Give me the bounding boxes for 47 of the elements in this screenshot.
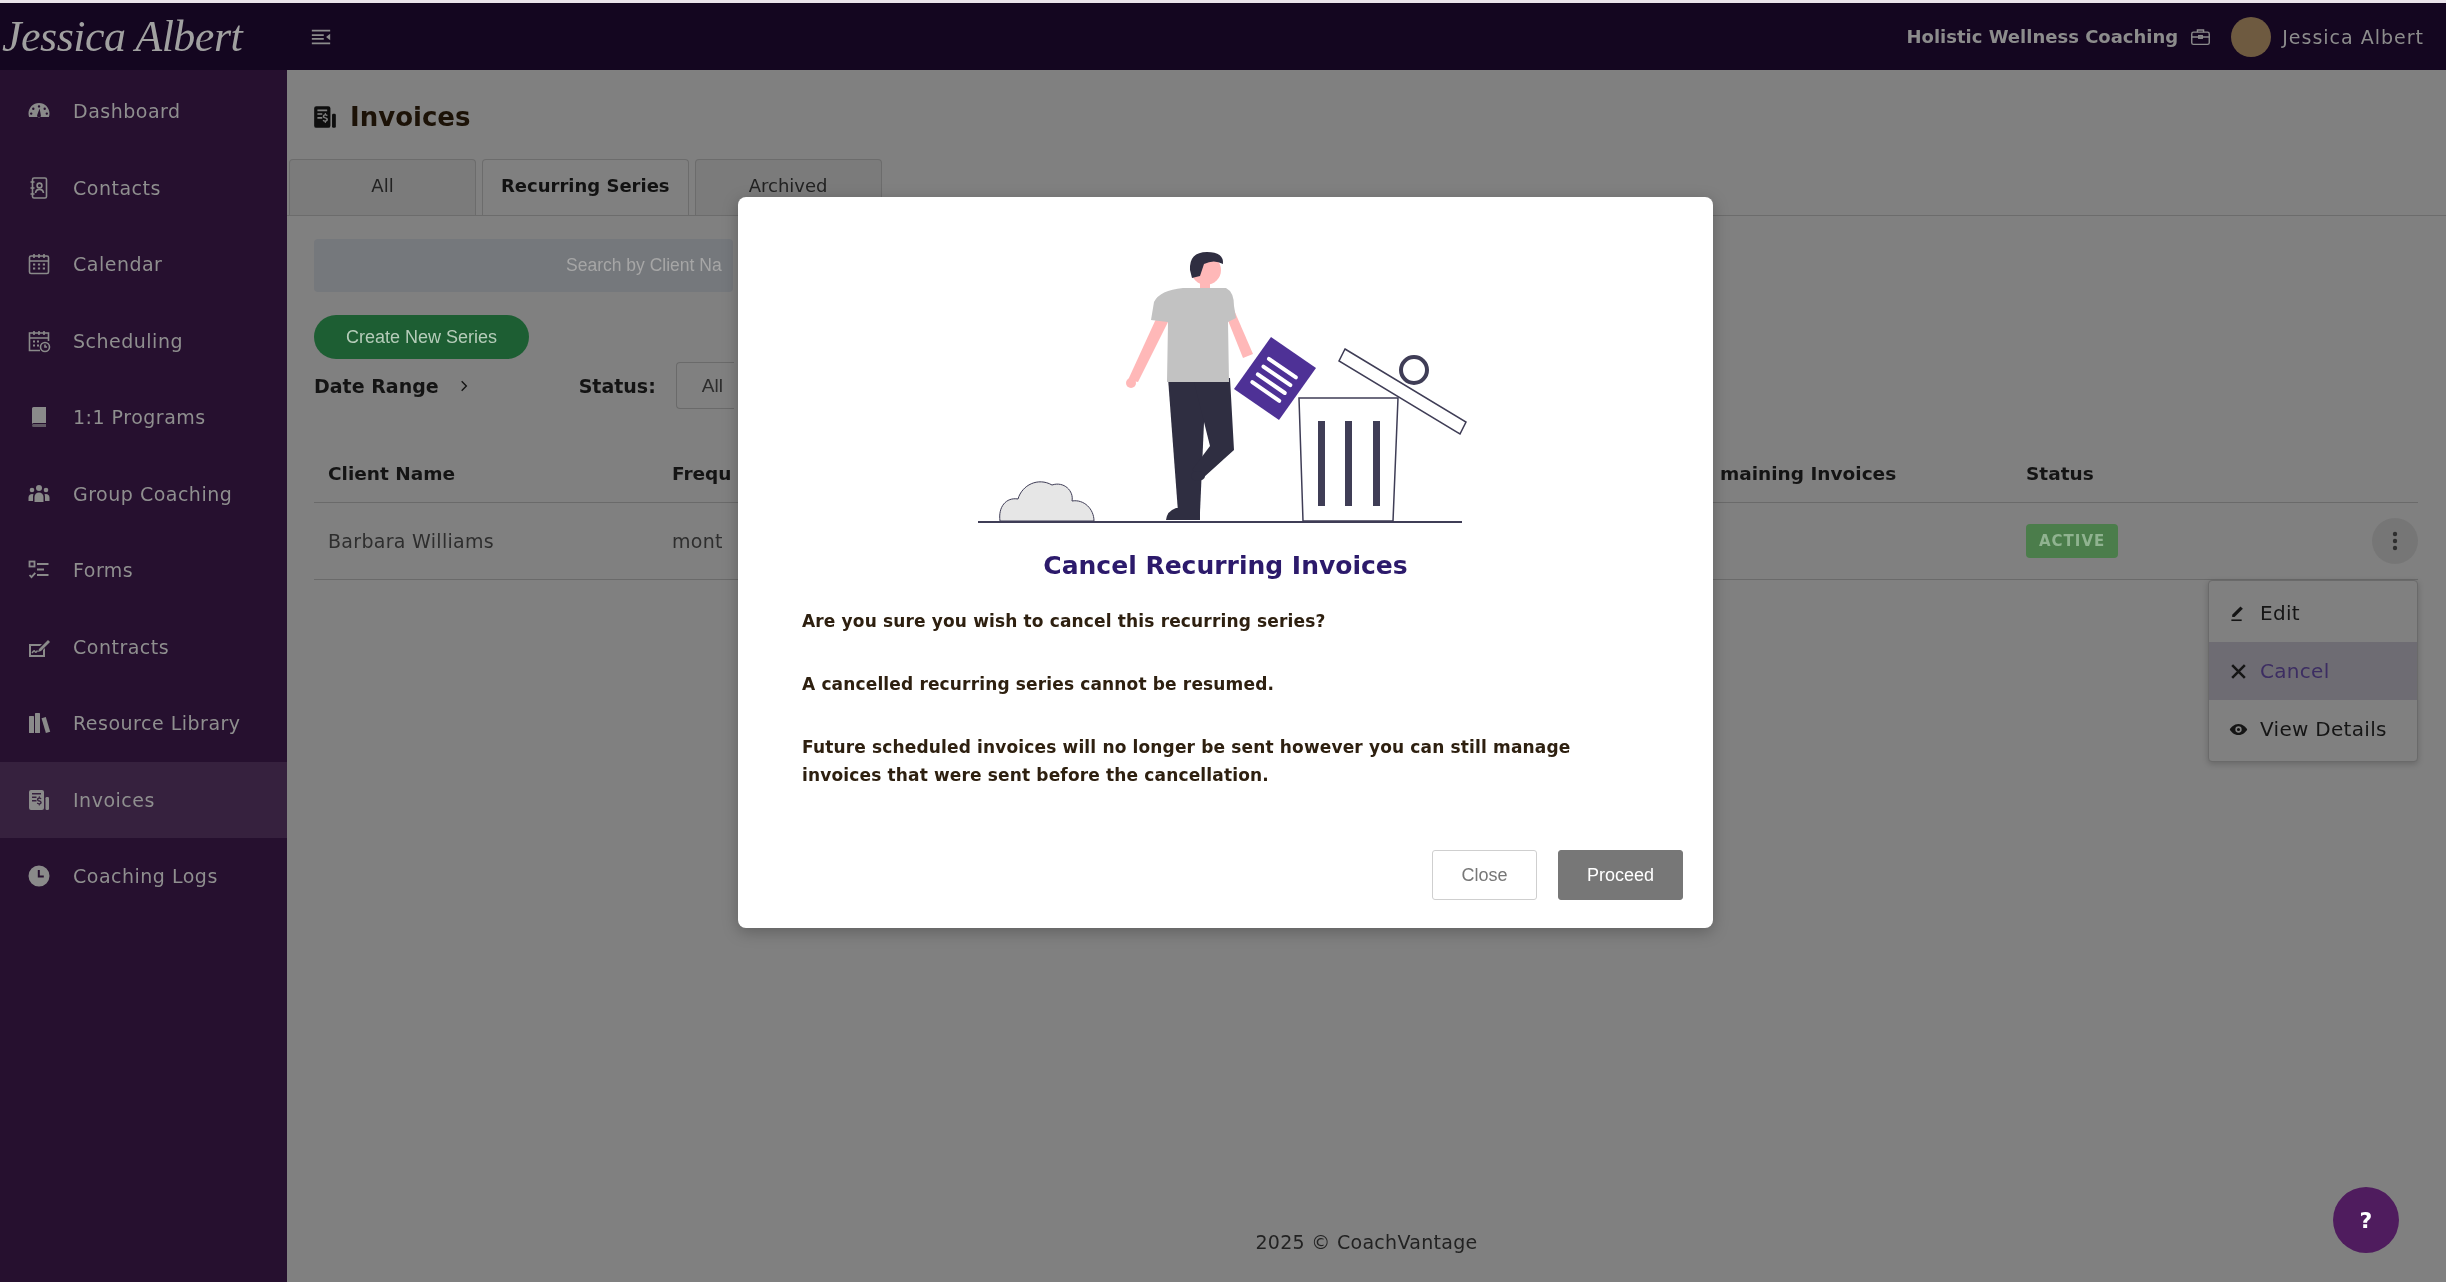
dialog-message: A cancelled recurring series cannot be resumed. xyxy=(802,673,1276,696)
column-header: maining Invoices xyxy=(1720,463,1898,484)
status-label: Status: xyxy=(578,374,656,397)
sidebar-item[interactable]: Coaching Logs xyxy=(0,838,287,915)
date-range-toggle[interactable]: Date Range xyxy=(314,374,471,397)
page-title: Invoices xyxy=(350,102,471,132)
user-name: Jessica Albert xyxy=(2282,25,2424,48)
dialog-message: Are you sure you wish to cancel this recurring series? xyxy=(802,610,1327,633)
table-cell-text: mont xyxy=(672,530,724,552)
create-series-button[interactable]: Create New Series xyxy=(314,315,529,359)
proceed-button[interactable]: Proceed xyxy=(1558,850,1683,900)
footer-copyright: 2025 © CoachVantage xyxy=(1255,1230,1478,1254)
sidebar-item[interactable]: Dashboard xyxy=(0,73,287,150)
table-cell-text: Barbara Williams xyxy=(328,530,496,552)
sidebar-item[interactable]: Calendar xyxy=(0,226,287,303)
tab[interactable]: All xyxy=(289,159,476,215)
status-select[interactable]: All xyxy=(675,362,734,409)
status-badge: ACTIVE xyxy=(2026,524,2119,558)
briefcase-icon xyxy=(2190,26,2212,47)
menu-item[interactable]: Edit xyxy=(2209,584,2417,642)
invoice-icon xyxy=(27,787,51,812)
sidebar-item[interactable]: Contracts xyxy=(0,608,287,685)
sidebar-item[interactable]: Group Coaching xyxy=(0,455,287,532)
vertical-dots-icon xyxy=(2392,531,2398,551)
column-header: Status xyxy=(2026,463,2095,484)
business-name: Holistic Wellness Coaching xyxy=(1906,26,2179,47)
calendar-icon xyxy=(27,252,51,277)
sidebar-item[interactable]: 1:1 Programs xyxy=(0,379,287,456)
column-header: Frequ xyxy=(672,463,733,484)
books-icon xyxy=(27,711,51,736)
dialog-title: Cancel Recurring Invoices xyxy=(1042,550,1409,582)
invoice-icon xyxy=(312,104,338,130)
dialog-message: Future scheduled invoices will no longer be sent however you can still manage invoices that were sent before the cancellation. xyxy=(802,736,1572,787)
calendar-clock-icon xyxy=(27,328,51,353)
menu-item[interactable]: View Details xyxy=(2209,700,2417,758)
column-header: Client Name xyxy=(328,463,457,484)
sidebar-item[interactable]: Forms xyxy=(0,532,287,609)
help-button[interactable]: ? xyxy=(2333,1187,2399,1253)
logo-wordmark: Jessica Albert xyxy=(1,14,245,59)
close-button[interactable]: Close xyxy=(1432,850,1537,900)
sidebar-item[interactable]: Resource Library xyxy=(0,685,287,762)
clock-icon xyxy=(27,864,51,889)
sidebar-item[interactable]: Contacts xyxy=(0,149,287,226)
user-avatar xyxy=(2231,16,2272,57)
tab[interactable]: Recurring Series xyxy=(482,159,689,215)
sidebar-item[interactable]: Invoices xyxy=(0,761,287,838)
sidebar-item[interactable]: Scheduling xyxy=(0,302,287,379)
